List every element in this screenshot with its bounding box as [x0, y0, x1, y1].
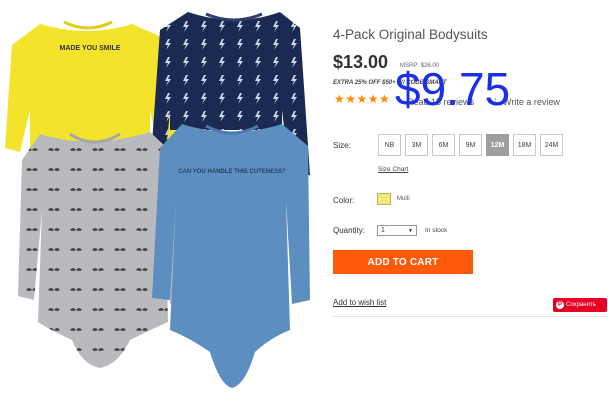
- add-to-cart-button[interactable]: ADD TO CART: [333, 250, 473, 274]
- overlay-price: $9.75: [395, 63, 511, 115]
- quantity-select[interactable]: 1 ▼: [377, 225, 417, 236]
- divider: [333, 316, 608, 317]
- size-option-9m[interactable]: 9M: [459, 134, 482, 156]
- write-review-link[interactable]: Write a review: [503, 97, 560, 107]
- size-option-nb[interactable]: NB: [378, 134, 401, 156]
- pinterest-save-button[interactable]: P Сохранить: [553, 298, 607, 312]
- rating-stars-icon: ★★★★★: [334, 92, 391, 106]
- blue-bodysuit: CAN YOU HANDLE THIS CUTENESS?: [152, 124, 310, 388]
- color-label: Color:: [333, 196, 355, 205]
- pinterest-icon: P: [556, 301, 564, 309]
- size-options: NB 3M 6M 9M 12M 18M 24M: [378, 134, 563, 156]
- quantity-value: 1: [381, 227, 385, 234]
- size-label: Size:: [333, 141, 351, 150]
- add-to-wish-list-link[interactable]: Add to wish list: [333, 298, 386, 307]
- size-option-12m[interactable]: 12M: [486, 134, 509, 156]
- chevron-down-icon: ▼: [408, 227, 413, 234]
- size-option-24m[interactable]: 24M: [540, 134, 563, 156]
- size-option-6m[interactable]: 6M: [432, 134, 455, 156]
- save-label: Сохранить: [566, 302, 596, 308]
- color-name: Multi: [397, 196, 410, 202]
- product-title: 4-Pack Original Bodysuits: [333, 27, 488, 42]
- color-swatch[interactable]: [377, 193, 391, 205]
- quantity-label: Quantity:: [333, 226, 366, 235]
- stock-status: In stock: [425, 227, 448, 234]
- yellow-print-line1: MADE YOU SMILE: [60, 45, 121, 52]
- blue-print-text: CAN YOU HANDLE THIS CUTENESS?: [178, 169, 286, 175]
- product-price: $13.00: [333, 52, 389, 72]
- product-image: MADE YOU SMILE CAN YOU HANDLE THIS CUTEN…: [5, 12, 310, 388]
- size-option-18m[interactable]: 18M: [513, 134, 536, 156]
- size-chart-link[interactable]: Size Chart: [378, 166, 408, 173]
- size-option-3m[interactable]: 3M: [405, 134, 428, 156]
